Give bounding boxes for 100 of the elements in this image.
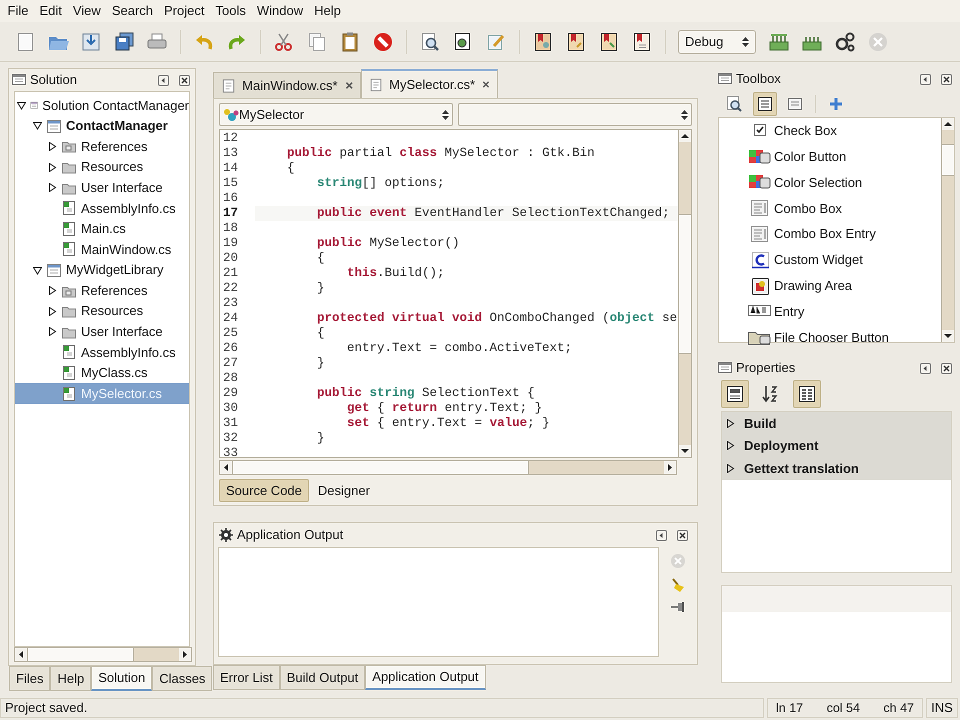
save-icon[interactable] — [80, 30, 102, 52]
tree-item[interactable]: Solution ContactManager — [15, 95, 189, 116]
property-category[interactable]: Build — [722, 412, 951, 434]
bookmark-icon[interactable] — [598, 30, 620, 52]
vertical-scrollbar[interactable] — [941, 118, 954, 342]
tab[interactable]: Help — [50, 666, 92, 691]
save-all-icon[interactable] — [113, 30, 135, 52]
menu-item[interactable]: Edit — [34, 1, 68, 21]
broom-icon[interactable] — [670, 577, 686, 593]
scroll-down-icon[interactable] — [679, 445, 691, 457]
menu-item[interactable]: View — [67, 1, 106, 21]
tree-item[interactable]: MyClass.cs — [15, 362, 189, 384]
scroll-down-icon[interactable] — [942, 330, 954, 342]
expand-arrow-icon[interactable] — [726, 418, 735, 428]
toolbox-item[interactable]: Combo Box Entry — [747, 221, 941, 247]
scroll-thumb[interactable] — [232, 461, 529, 474]
scroll-right-icon[interactable] — [664, 461, 676, 474]
tab[interactable]: Solution — [91, 666, 152, 691]
horizontal-scrollbar[interactable] — [219, 460, 677, 475]
menu-item[interactable]: Help — [308, 1, 346, 21]
horizontal-scrollbar[interactable] — [14, 647, 192, 662]
dock-icon[interactable] — [656, 530, 667, 540]
tree-item[interactable]: ContactManager — [15, 116, 189, 136]
bookmark-icon[interactable] — [631, 30, 653, 52]
dock-icon[interactable] — [158, 74, 169, 86]
toolbar-button[interactable] — [793, 380, 821, 408]
tree-item[interactable]: Resources — [15, 156, 189, 178]
expand-arrow-icon[interactable] — [48, 183, 56, 192]
toolbox-item[interactable]: Drawing Area — [747, 272, 941, 299]
expand-arrow-icon[interactable] — [48, 286, 56, 296]
toolbox-item[interactable]: Color Button — [747, 144, 941, 170]
tree-item[interactable]: Resources — [15, 300, 189, 322]
scroll-thumb[interactable] — [942, 144, 954, 176]
expand-arrow-icon[interactable] — [48, 327, 56, 336]
close-icon[interactable] — [941, 362, 952, 374]
tree-item[interactable]: References — [15, 280, 189, 301]
scroll-left-icon[interactable] — [220, 461, 232, 474]
scroll-thumb[interactable] — [27, 648, 134, 661]
gears-icon[interactable] — [834, 30, 856, 52]
menu-item[interactable]: Window — [251, 1, 309, 21]
editor-tab[interactable]: MainWindow.cs* — [213, 72, 361, 98]
toolbox-item[interactable]: Color Selection — [747, 170, 941, 196]
bookmark-icon[interactable] — [565, 30, 587, 52]
property-category[interactable]: Deployment — [722, 434, 951, 457]
scroll-up-icon[interactable] — [942, 118, 954, 130]
close-icon[interactable] — [344, 81, 353, 90]
property-category[interactable]: Gettext translation — [722, 457, 951, 480]
configuration-dropdown[interactable]: Debug — [678, 30, 756, 54]
tab[interactable]: Files — [9, 666, 50, 691]
class-dropdown[interactable]: MySelector — [219, 103, 452, 126]
view-tab[interactable]: Source Code — [219, 479, 309, 502]
tab[interactable]: Application Output — [365, 665, 486, 690]
no-entry-icon[interactable] — [372, 30, 394, 52]
bookmark-icon[interactable] — [532, 30, 554, 52]
editor-tab[interactable]: MySelector.cs* — [361, 69, 498, 98]
tab[interactable]: Build Output — [280, 665, 366, 690]
tree-item[interactable]: User Interface — [15, 177, 189, 198]
tree-item[interactable]: AssemblyInfo.cs — [15, 198, 189, 219]
view-tab[interactable]: Designer — [310, 479, 377, 502]
toolbox-item[interactable]: Entry — [747, 298, 941, 324]
tree-item[interactable]: MainWindow.cs — [15, 239, 189, 260]
toolbox-item[interactable]: File Chooser Button — [747, 324, 941, 350]
close-icon[interactable] — [941, 74, 952, 84]
expand-arrow-icon[interactable] — [726, 441, 735, 450]
tree-item[interactable]: User Interface — [15, 322, 189, 342]
pin-icon[interactable] — [670, 601, 686, 613]
expand-arrow-icon[interactable] — [48, 306, 56, 316]
toolbar-button[interactable] — [721, 380, 749, 408]
code-editor[interactable] — [220, 130, 678, 457]
dock-icon[interactable] — [920, 362, 931, 374]
close-icon[interactable] — [179, 74, 190, 86]
scroll-right-icon[interactable] — [179, 648, 191, 661]
collapse-arrow-icon[interactable] — [32, 121, 42, 130]
tab[interactable]: Classes — [152, 666, 212, 691]
close-icon[interactable] — [677, 530, 688, 540]
scroll-up-icon[interactable] — [679, 130, 691, 142]
toolbar-button[interactable] — [753, 92, 777, 116]
collapse-arrow-icon[interactable] — [32, 266, 42, 275]
scroll-left-icon[interactable] — [15, 648, 27, 661]
scroll-thumb[interactable] — [679, 214, 691, 354]
menu-item[interactable]: Search — [106, 1, 159, 21]
expand-arrow-icon[interactable] — [726, 464, 735, 473]
collapse-arrow-icon[interactable] — [17, 100, 26, 110]
tab[interactable]: Error List — [213, 665, 280, 690]
tree-item[interactable]: References — [15, 136, 189, 157]
vertical-scrollbar[interactable] — [678, 130, 691, 457]
dock-icon[interactable] — [920, 74, 931, 84]
expand-arrow-icon[interactable] — [48, 142, 56, 151]
menu-item[interactable]: File — [2, 1, 34, 21]
expand-arrow-icon[interactable] — [48, 162, 56, 172]
tree-item[interactable]: AssemblyInfo.cs — [15, 342, 189, 363]
tree-item[interactable]: MyWidgetLibrary — [15, 260, 189, 280]
tree-item[interactable]: Main.cs — [15, 218, 189, 240]
menu-item[interactable]: Tools — [210, 1, 252, 21]
toolbox-item[interactable]: Check Box — [747, 118, 941, 144]
toolbox-item[interactable]: Custom Widget — [747, 246, 941, 273]
close-icon[interactable] — [482, 80, 490, 89]
toolbox-item[interactable]: Combo Box — [747, 195, 941, 222]
find-icon[interactable] — [419, 30, 441, 52]
menu-item[interactable]: Project — [158, 1, 210, 21]
